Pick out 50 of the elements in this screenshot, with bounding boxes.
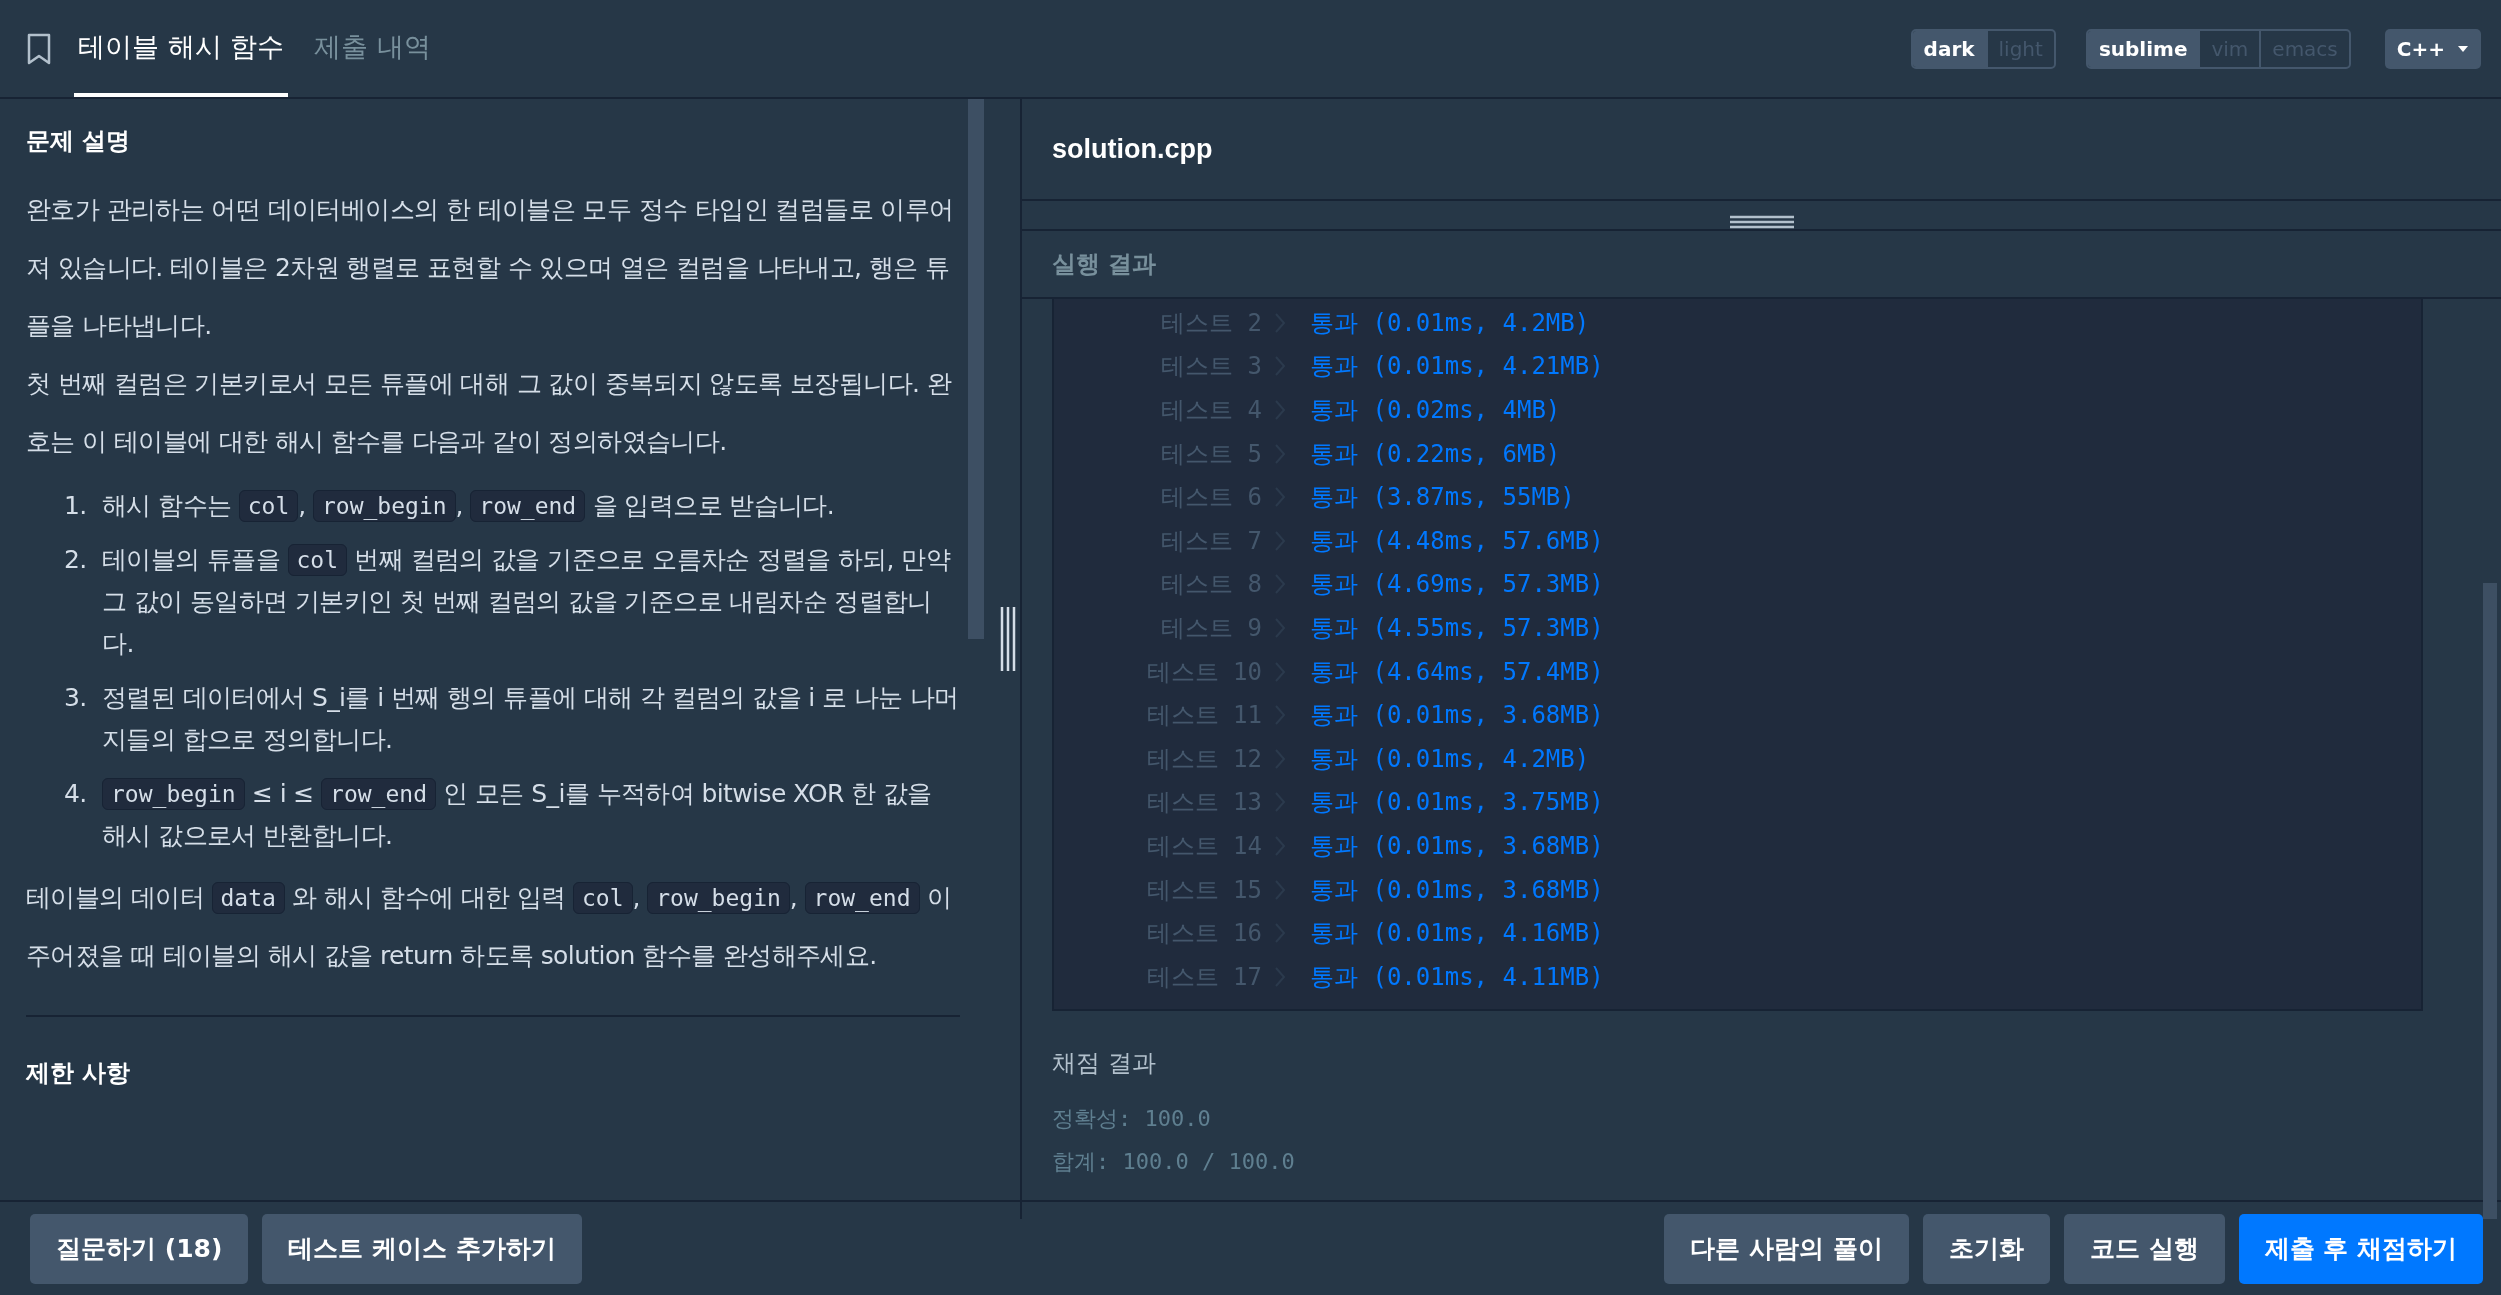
file-name: solution.cpp <box>1022 99 2501 201</box>
test-result: 통과 (0.01ms, 4.11MB) <box>1310 961 1604 993</box>
submit-button[interactable]: 제출 후 채점하기 <box>2238 1213 2483 1284</box>
theme-option[interactable]: dark <box>1912 30 1986 67</box>
list-number: 3. <box>64 682 88 714</box>
test-result: 통과 (0.01ms, 4.2MB) <box>1310 743 1590 775</box>
test-result: 통과 (0.01ms, 3.68MB) <box>1310 874 1604 906</box>
tab[interactable]: 테이블 해시 함수 <box>74 0 289 97</box>
keymap-option[interactable]: sublime <box>2087 30 2199 67</box>
test-result: 통과 (0.01ms, 3.75MB) <box>1310 787 1604 819</box>
section-heading: 문제 설명 <box>26 126 132 157</box>
paragraph: 첫 번째 컬럼은 기본키로서 모든 튜플에 대해 그 값이 중복되지 않도록 보장됩니다. 완호는 이 테이블에 대한 해시 함수를 다음과 같이 정의하였습니다. <box>26 368 953 458</box>
list-number: 2. <box>64 544 88 576</box>
paragraph: 완호가 관리하는 어떤 데이터베이스의 한 테이블은 모두 정수 타입인 컬럼들로 이루어져 있습니다. 테이블은 2차원 행렬로 표현할 수 있으며 열은 컬럼을 나타내고, 행은 튜플을 나타냅니다. <box>26 194 955 342</box>
list-item-text: 테이블의 튜플을 col 번째 컬럼의 값을 기준으로 오름차순 정렬을 하되, 만약 그 값이 동일하면 기본키인 첫 번째 컬럼의 값을 기준으로 내림차순 정렬합니다. <box>102 543 952 660</box>
test-result: 통과 (0.01ms, 4.16MB) <box>1310 918 1604 950</box>
bookmark-icon[interactable] <box>26 32 52 65</box>
list-item-text: row_begin ≤ i ≤ row_end 인 모든 S_i를 누적하여 bitwise XOR 한 값을 해시 값으로서 반환합니다. <box>102 777 933 852</box>
test-result: 통과 (0.01ms, 4.21MB) <box>1310 351 1604 383</box>
section-heading: 제한 사항 <box>26 1058 132 1089</box>
action-button[interactable]: 테스트 케이스 추가하기 <box>262 1213 582 1284</box>
test-result: 통과 (4.69ms, 57.3MB) <box>1310 569 1604 601</box>
test-result: 통과 (0.01ms, 3.68MB) <box>1310 700 1604 732</box>
section-heading: 채점 결과 <box>1052 1047 1157 1079</box>
paragraph: 테이블의 데이터 data 와 해시 함수에 대한 입력 col , row_begin , row_end 이 주어졌을 때 테이블의 해시 값을 return 하도록 solution 함수를 완성해주세요. <box>26 881 953 972</box>
test-result: 통과 (0.22ms, 6MB) <box>1310 438 1561 470</box>
test-result: 통과 (0.02ms, 4MB) <box>1310 395 1561 426</box>
score-text: 합계: 100.0 / 100.0 <box>1052 1147 1296 1176</box>
test-result: 통과 (3.87ms, 55MB) <box>1310 482 1575 514</box>
test-result: 통과 (4.48ms, 57.6MB) <box>1310 525 1604 557</box>
test-result: 통과 (4.55ms, 57.3MB) <box>1310 612 1604 644</box>
test-result: 통과 (0.01ms, 4.2MB) <box>1310 307 1590 339</box>
action-button[interactable]: 초기화 <box>1922 1213 2050 1284</box>
list-item-text: 정렬된 데이터에서 S_i를 i 번째 행의 튜플에 대해 각 컬럼의 값을 i 로 나눈 나머지들의 합으로 정의합니다. <box>102 682 960 756</box>
test-result: 통과 (4.64ms, 57.4MB) <box>1310 656 1604 688</box>
caret-icon <box>2457 44 2469 53</box>
list-item-text: 해시 함수는 col , row_begin , row_end 을 입력으로 받습니다. <box>102 489 835 524</box>
test-result: 통과 (0.01ms, 3.68MB) <box>1310 830 1604 862</box>
action-button[interactable]: 질문하기 (18) <box>30 1213 249 1284</box>
scrollbar[interactable] <box>968 99 984 639</box>
score-text: 정확성: 100.0 <box>1052 1104 1212 1133</box>
resize-handle[interactable] <box>1729 215 1794 229</box>
tab[interactable]: 제출 내역 <box>310 0 435 97</box>
scrollbar[interactable] <box>2483 583 2497 1219</box>
list-number: 1. <box>64 490 88 522</box>
action-button[interactable]: 코드 실행 <box>2063 1213 2225 1284</box>
resize-handle[interactable] <box>1000 607 1016 671</box>
action-button[interactable]: 다른 사람의 풀이 <box>1664 1213 1909 1284</box>
list-number: 4. <box>64 778 88 810</box>
language-dropdown[interactable]: C++ <box>2384 28 2481 69</box>
